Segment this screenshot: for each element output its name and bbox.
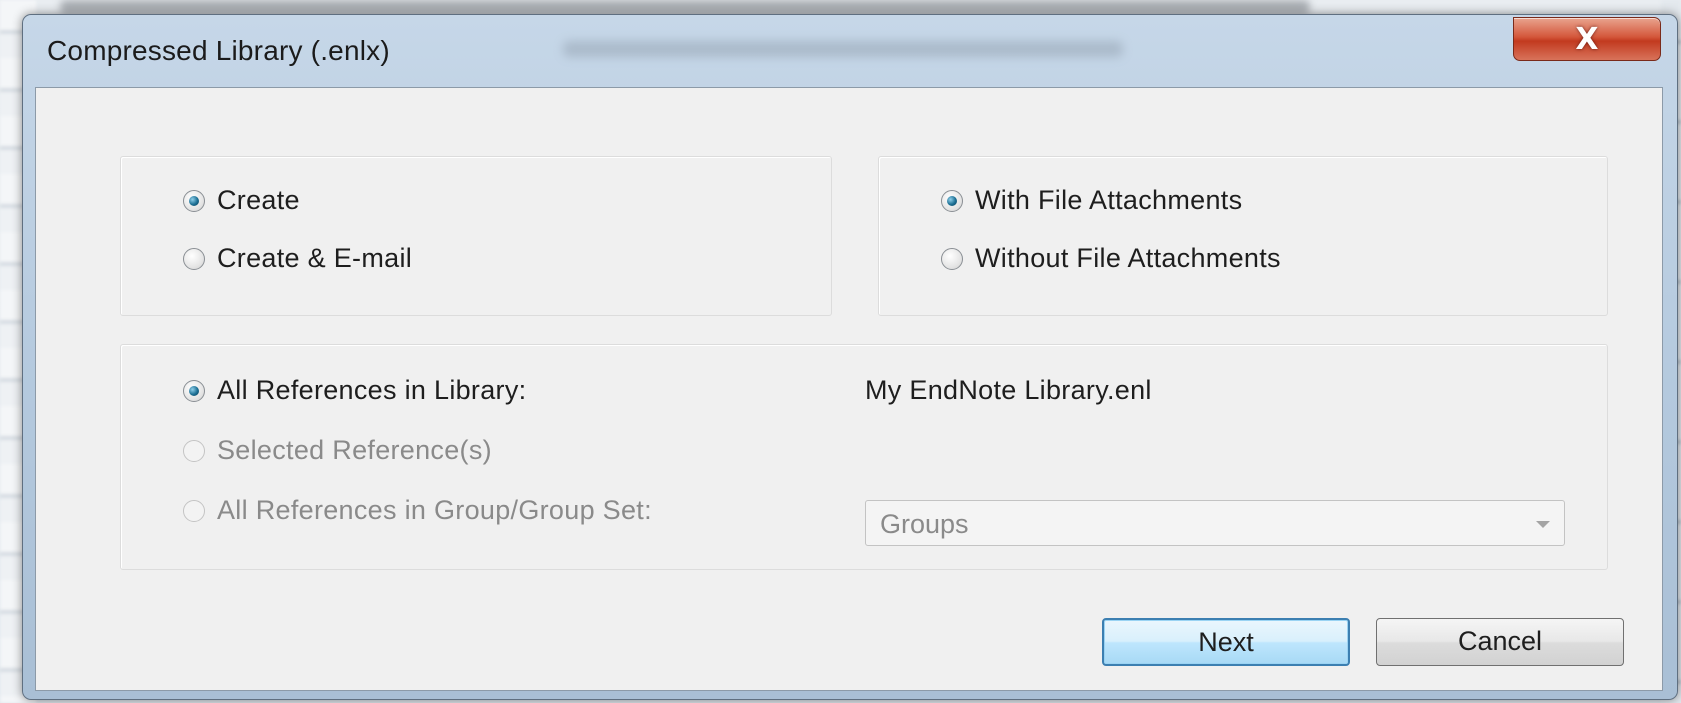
references-option-group: All References in Library: My EndNote Li… <box>120 344 1608 570</box>
radio-selected-references: Selected Reference(s) <box>183 435 492 466</box>
radio-button-checked[interactable] <box>183 189 205 212</box>
cancel-button[interactable]: Cancel <box>1376 618 1624 666</box>
dialog-body: Create Create & E-mail With File Attachm… <box>35 87 1663 691</box>
radio-selected-references-label: Selected Reference(s) <box>217 435 492 465</box>
radio-without-attachments-label: Without File Attachments <box>975 243 1281 273</box>
next-button[interactable]: Next <box>1102 618 1350 666</box>
radio-create[interactable]: Create <box>183 185 300 216</box>
close-icon: X <box>1575 22 1599 57</box>
groups-dropdown-value: Groups <box>880 509 969 539</box>
radio-with-attachments[interactable]: With File Attachments <box>941 185 1242 216</box>
radio-all-references[interactable]: All References in Library: <box>183 375 526 406</box>
radio-create-email[interactable]: Create & E-mail <box>183 243 412 274</box>
background-top-text <box>60 0 1310 14</box>
radio-button-disabled <box>183 439 205 462</box>
radio-button-checked[interactable] <box>183 379 205 402</box>
close-button[interactable]: X <box>1513 17 1661 61</box>
dialog-title: Compressed Library (.enlx) <box>47 35 390 66</box>
compressed-library-dialog: Compressed Library (.enlx) X Create Crea… <box>22 14 1678 700</box>
radio-create-label: Create <box>217 185 300 215</box>
radio-all-references-label: All References in Library: <box>217 375 527 405</box>
radio-group-references-label: All References in Group/Group Set: <box>217 495 652 525</box>
groups-dropdown: Groups <box>865 500 1565 546</box>
background-blur-text <box>563 41 1123 57</box>
radio-create-email-label: Create & E-mail <box>217 243 413 273</box>
radio-button[interactable] <box>941 247 963 270</box>
radio-button-checked[interactable] <box>941 189 963 212</box>
radio-group-references: All References in Group/Group Set: <box>183 495 652 526</box>
title-bar[interactable]: Compressed Library (.enlx) X <box>23 15 1677 85</box>
radio-with-attachments-label: With File Attachments <box>975 185 1243 215</box>
attachments-option-group: With File Attachments Without File Attac… <box>878 156 1608 316</box>
radio-button-disabled <box>183 499 205 522</box>
library-name: My EndNote Library.enl <box>865 375 1152 405</box>
radio-without-attachments[interactable]: Without File Attachments <box>941 243 1281 274</box>
radio-button[interactable] <box>183 247 205 270</box>
create-option-group: Create Create & E-mail <box>120 156 832 316</box>
chevron-down-icon <box>1536 521 1550 528</box>
